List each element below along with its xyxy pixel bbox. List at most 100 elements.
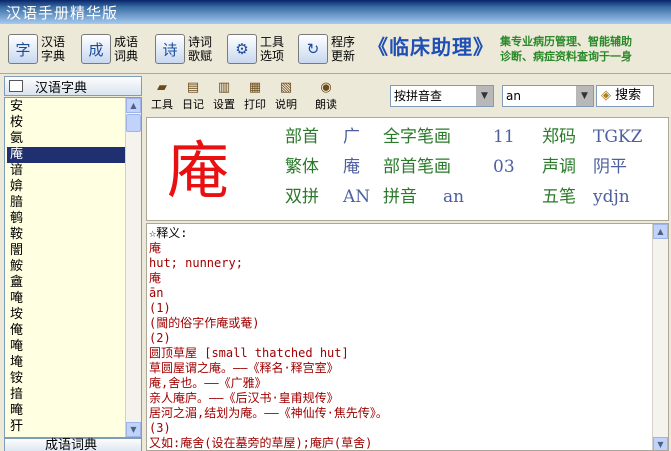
- poetry-label: 诗词歌赋: [188, 35, 213, 63]
- search-mode-select[interactable]: 按拼音查 ▼: [390, 85, 494, 107]
- tools-button[interactable]: ▰ 工具: [148, 79, 176, 113]
- search-icon: ◈: [601, 88, 611, 103]
- main-toolbar: 字 汉语字典 成 成语词典 诗 诗词歌赋 ⚙ 工具选项 ↻ 程序更新 《临床助理…: [0, 24, 671, 74]
- definition-line: (2): [149, 331, 171, 345]
- definition-line: 居河之湄,结划为庵。——《神仙传·焦先传》。: [149, 406, 388, 420]
- wubi-value: ydjn: [593, 187, 630, 207]
- traditional-value: 庵: [343, 157, 360, 177]
- folder-icon: ▰: [157, 80, 167, 95]
- help-button[interactable]: ▧ 说明: [272, 79, 300, 113]
- definition-line: 亲人庵庐。——《后汉书·皇甫规传》: [149, 391, 339, 405]
- definition-line: 庵: [149, 241, 162, 255]
- window-title: 汉语手册精华版: [6, 4, 119, 22]
- radical-strokes-label: 部首笔画: [383, 157, 451, 177]
- character-list-item[interactable]: 唵: [7, 291, 125, 307]
- diary-button[interactable]: ▤ 日记: [179, 79, 207, 113]
- character-list[interactable]: ▲ ▼ 安桉氨庵谙媕腤鹌鞍闇鮟盦唵垵俺唵埯铵揞晻犴: [4, 97, 142, 438]
- character-list-item[interactable]: 桉: [7, 115, 125, 131]
- character-list-item[interactable]: 揞: [7, 387, 125, 403]
- chevron-down-icon[interactable]: ▼: [476, 86, 493, 106]
- help-book-icon: ▧: [279, 80, 293, 95]
- radical-label: 部首: [285, 127, 319, 147]
- left-panel: 汉语字典 ▲ ▼ 安桉氨庵谙媕腤鹌鞍闇鮟盦唵垵俺唵埯铵揞晻犴 成语词典: [4, 76, 142, 451]
- help-label: 说明: [275, 98, 297, 111]
- character-list-item[interactable]: 晻: [7, 403, 125, 419]
- definition-line: (閫的俗字作庵或菴): [149, 316, 260, 330]
- dictionary-button[interactable]: 字 汉语字典: [8, 29, 78, 69]
- scroll-up-arrow[interactable]: ▲: [653, 224, 668, 239]
- tools-label: 工具: [151, 98, 173, 111]
- scroll-down-arrow[interactable]: ▼: [653, 437, 668, 450]
- read-aloud-label: 朗读: [315, 98, 337, 111]
- chevron-down-icon[interactable]: ▼: [576, 86, 593, 106]
- character-list-item[interactable]: 谙: [7, 163, 125, 179]
- ad-banner-title[interactable]: 《临床助理》: [368, 31, 494, 60]
- idiom-dictionary-button[interactable]: 成 成语词典: [81, 29, 151, 69]
- read-aloud-button[interactable]: ◉ 朗读: [312, 79, 340, 113]
- character-list-item[interactable]: 闇: [7, 243, 125, 259]
- dictionary-label: 汉语字典: [41, 35, 66, 63]
- tools-options-button[interactable]: ⚙ 工具选项: [227, 29, 297, 69]
- poetry-icon: 诗: [155, 34, 185, 64]
- update-label: 程序更新: [331, 35, 356, 63]
- tools-icon: ⚙: [227, 34, 257, 64]
- tools-options-label: 工具选项: [260, 35, 285, 63]
- character-display: 庵: [167, 134, 230, 207]
- character-list-item[interactable]: 安: [7, 99, 125, 115]
- shuangpin-value: AN: [343, 187, 371, 207]
- definition-scrollbar[interactable]: ▲ ▼: [652, 224, 668, 450]
- definition-line: 庵,舍也。——《广雅》: [149, 376, 267, 390]
- character-list-item[interactable]: 犴: [7, 419, 125, 435]
- print-label: 打印: [244, 98, 266, 111]
- settings-button[interactable]: ▥ 设置: [210, 79, 238, 113]
- character-list-item[interactable]: 氨: [7, 131, 125, 147]
- dictionary-icon: 字: [8, 34, 38, 64]
- character-list-item[interactable]: 鞍: [7, 227, 125, 243]
- character-list-item[interactable]: 鹌: [7, 211, 125, 227]
- scroll-down-arrow[interactable]: ▼: [126, 422, 141, 437]
- character-list-item[interactable]: 腤: [7, 195, 125, 211]
- search-mode-value: 按拼音查: [394, 89, 443, 103]
- character-list-item[interactable]: 鮟: [7, 259, 125, 275]
- search-button[interactable]: ◈ 搜索: [596, 85, 654, 107]
- shuangpin-label: 双拼: [285, 187, 319, 207]
- character-list-item[interactable]: 媕: [7, 179, 125, 195]
- print-icon: ▦: [248, 80, 262, 95]
- dictionary-panel-title: 汉语字典: [35, 80, 88, 96]
- wubi-label: 五笔: [542, 187, 576, 207]
- definition-line: hut; nunnery;: [149, 256, 243, 270]
- scroll-thumb[interactable]: [126, 114, 141, 132]
- pinyin-label: 拼音: [383, 187, 417, 207]
- update-button[interactable]: ↻ 程序更新: [298, 29, 368, 69]
- speaker-icon: ◉: [320, 80, 332, 95]
- character-list-item[interactable]: 庵: [7, 147, 125, 163]
- definition-line: 草圆屋谓之庵。——《释名·释宫室》: [149, 361, 339, 375]
- definition-line: (3): [149, 421, 171, 435]
- query-combo[interactable]: an ▼: [502, 85, 594, 107]
- ad-banner-subtitle[interactable]: 集专业病历管理、智能辅助 诊断、病症资料查询于一身: [500, 34, 670, 64]
- ad-banner-line-2: 诊断、病症资料查询于一身: [500, 50, 632, 63]
- tone-value: 阴平: [593, 157, 627, 177]
- dictionary-panel-header[interactable]: 汉语字典: [4, 76, 142, 96]
- character-list-item[interactable]: 埯: [7, 355, 125, 371]
- character-list-item[interactable]: 垵: [7, 307, 125, 323]
- pinyin-value: an: [443, 187, 465, 207]
- traditional-label: 繁体: [285, 157, 319, 177]
- character-list-item[interactable]: 盦: [7, 275, 125, 291]
- idiom-book-icon: 成: [81, 34, 111, 64]
- character-list-item[interactable]: 唵: [7, 339, 125, 355]
- poetry-button[interactable]: 诗 诗词歌赋: [155, 29, 225, 69]
- character-list-item[interactable]: 铵: [7, 371, 125, 387]
- diary-label: 日记: [182, 98, 204, 111]
- search-button-label: 搜索: [615, 88, 642, 103]
- diary-icon: ▤: [186, 80, 200, 95]
- scroll-up-arrow[interactable]: ▲: [126, 98, 141, 113]
- definition-area[interactable]: ▲ ▼ ☆释义: 庵 hut; nunnery; 庵 ān (1) (閫的俗字作庵或菴) (2…: [146, 223, 669, 451]
- character-list-scrollbar[interactable]: ▲ ▼: [125, 98, 141, 437]
- idiom-panel-header[interactable]: 成语词典: [4, 438, 142, 451]
- definition-line: (1): [149, 301, 171, 315]
- print-button[interactable]: ▦ 打印: [241, 79, 269, 113]
- character-list-item[interactable]: 俺: [7, 323, 125, 339]
- zhengma-label: 郑码: [542, 127, 576, 147]
- definition-line: ān: [149, 286, 164, 300]
